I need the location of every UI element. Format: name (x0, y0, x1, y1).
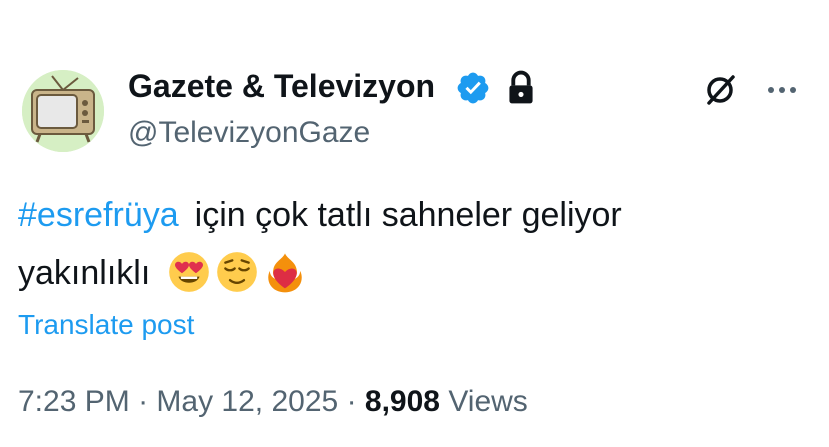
post-text: yakınlıklı (18, 254, 151, 292)
hashtag-link[interactable]: #esrefrüya (18, 196, 179, 234)
relieved-face-icon (216, 252, 257, 292)
emoji-group (168, 251, 306, 293)
verified-badge-icon[interactable] (455, 70, 491, 106)
post-text-line-1: #esrefrüya için çok tatlı sahneler geliyo… (18, 196, 622, 235)
retro-tv-icon (22, 70, 104, 152)
avatar[interactable] (22, 70, 104, 152)
translate-post-link[interactable]: Translate post (18, 309, 194, 341)
grok-icon[interactable] (700, 70, 740, 110)
post-text: için çok tatlı sahneler geliyor (194, 196, 622, 234)
post-text-line-2: yakınlıklı (18, 251, 306, 296)
views-label: Views (448, 385, 528, 418)
post-time[interactable]: 7:23 PM (18, 385, 130, 418)
heart-eyes-face-icon (168, 252, 209, 292)
meta-separator: · (346, 385, 357, 418)
author-handle[interactable]: @TelevizyonGaze (128, 116, 370, 150)
meta-separator: · (138, 385, 149, 418)
post-date[interactable]: May 12, 2025 (156, 385, 338, 418)
heart-on-fire-icon (267, 253, 302, 293)
author-display-name[interactable]: Gazete & Televizyon (128, 68, 435, 105)
more-dots-icon[interactable] (762, 70, 802, 110)
views-count[interactable]: 8,908 (365, 385, 440, 418)
tweet-card: Gazete & Televizyon @TelevizyonGaze #esr… (0, 0, 829, 447)
post-meta: 7:23 PM · May 12, 2025 · 8,908 Views (18, 385, 528, 419)
lock-icon (509, 70, 533, 104)
